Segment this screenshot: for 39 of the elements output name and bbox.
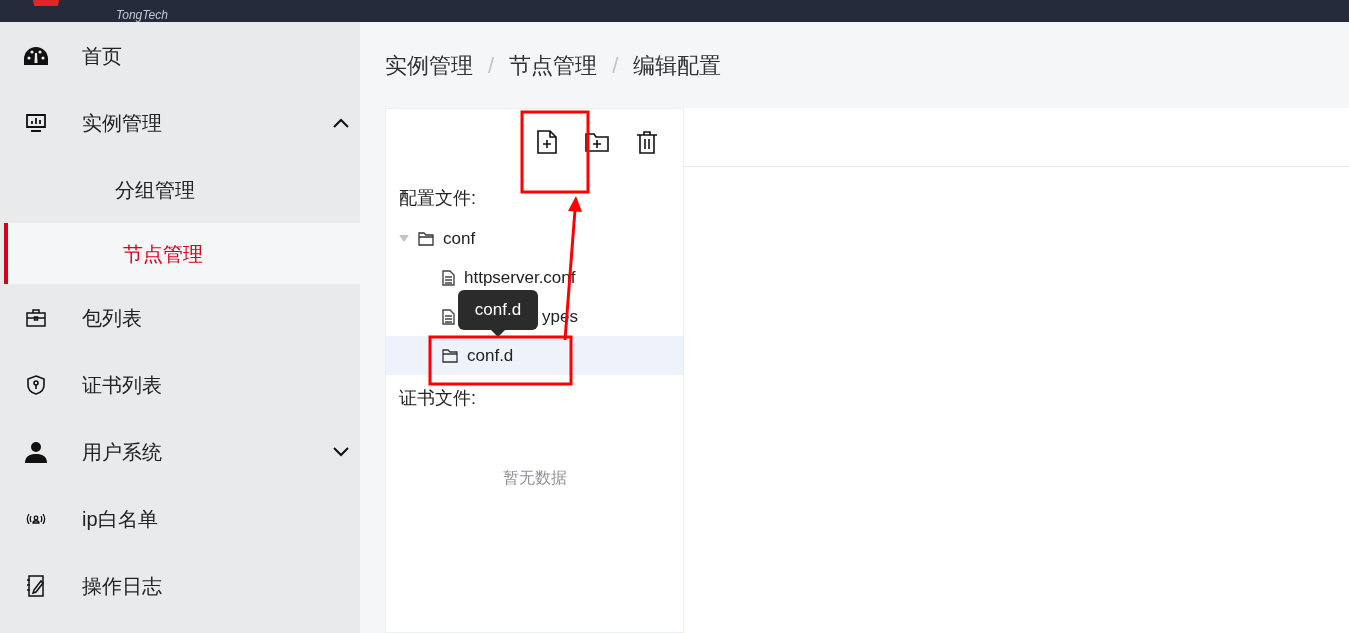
sidebar-subitem[interactable]: 节点管理 bbox=[4, 223, 360, 284]
breadcrumb-item[interactable]: 节点管理 bbox=[509, 48, 598, 82]
sidebar-subitem[interactable]: 分组管理 bbox=[0, 156, 360, 223]
new-folder-icon[interactable] bbox=[585, 131, 609, 152]
tooltip: conf.d bbox=[458, 290, 538, 330]
document-icon bbox=[442, 269, 455, 286]
logo-icon bbox=[33, 0, 59, 6]
broadcast-user-icon bbox=[26, 511, 46, 526]
logo-text: TongTech bbox=[116, 9, 168, 22]
chevron-up-icon bbox=[333, 117, 349, 128]
tree-node[interactable]: conf.d bbox=[386, 336, 683, 375]
breadcrumb-separator: / bbox=[488, 51, 495, 80]
delete-icon[interactable] bbox=[636, 129, 658, 154]
sidebar-item[interactable]: 用户系统 bbox=[0, 418, 360, 485]
sidebar-item[interactable]: 包列表 bbox=[0, 284, 360, 351]
sidebar-item[interactable]: ip白名单 bbox=[0, 485, 360, 552]
breadcrumb-item[interactable]: 编辑配置 bbox=[633, 48, 722, 82]
tooltip-pointer-icon bbox=[491, 330, 505, 337]
sidebar-item[interactable]: 证书列表 bbox=[0, 351, 360, 418]
shield-key-icon bbox=[27, 374, 45, 395]
monitor-chart-icon bbox=[26, 113, 46, 132]
sidebar-item[interactable]: 首页 bbox=[0, 22, 360, 89]
folder-icon bbox=[418, 231, 434, 246]
breadcrumb-separator: / bbox=[612, 51, 619, 80]
tree-node-label[interactable]: conf bbox=[443, 225, 476, 252]
chevron-down-icon bbox=[333, 446, 349, 457]
briefcase-icon bbox=[26, 308, 46, 327]
section-heading: 配置文件: bbox=[398, 186, 477, 210]
section-heading: 证书文件: bbox=[398, 386, 477, 410]
breadcrumb-item[interactable]: 实例管理 bbox=[385, 48, 473, 82]
empty-text: 暂无数据 bbox=[502, 468, 567, 488]
document-icon bbox=[442, 308, 455, 325]
user-icon bbox=[25, 440, 47, 463]
dashboard-icon bbox=[24, 46, 48, 65]
sidebar-item[interactable]: 操作日志 bbox=[0, 552, 360, 619]
sidebar-item[interactable]: 实例管理 bbox=[0, 89, 360, 156]
notebook-pen-icon bbox=[26, 574, 46, 597]
new-file-icon[interactable] bbox=[536, 129, 558, 154]
folder-icon bbox=[442, 348, 458, 363]
